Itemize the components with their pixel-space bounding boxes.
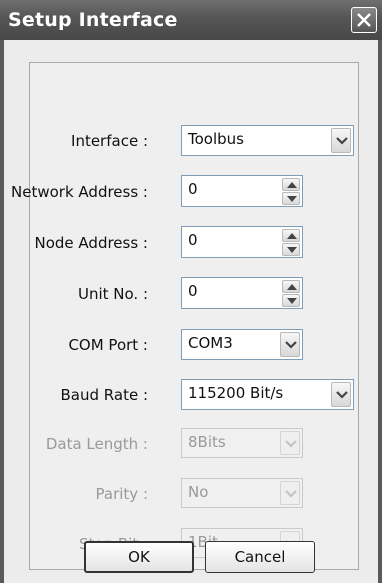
com-port-label: COM Port : (68, 336, 148, 354)
chevron-down-icon (336, 391, 348, 399)
spin-down-button[interactable] (282, 294, 300, 307)
spin-down-button[interactable] (282, 243, 300, 256)
close-button[interactable] (351, 7, 377, 33)
node-address-spinner[interactable] (282, 229, 300, 257)
window-border-right (378, 40, 382, 583)
unit-no-spinner[interactable] (282, 280, 300, 308)
data-length-dropdown-button (280, 431, 300, 455)
spin-up-button[interactable] (282, 178, 300, 191)
setup-interface-dialog: Setup Interface Interface : Toolbus Netw… (0, 0, 382, 583)
cancel-button[interactable]: Cancel (205, 541, 315, 573)
spin-up-button[interactable] (282, 280, 300, 293)
spin-down-icon (287, 196, 297, 202)
interface-value: Toolbus (188, 130, 244, 148)
data-length-select: 8Bits (181, 428, 303, 458)
spin-up-button[interactable] (282, 229, 300, 242)
chevron-down-icon (336, 137, 348, 145)
settings-group: Interface : Toolbus Network Address : 0 (11, 62, 359, 570)
com-port-value: COM3 (188, 334, 233, 352)
ok-button[interactable]: OK (84, 541, 194, 573)
com-port-select[interactable]: COM3 (181, 329, 303, 360)
data-length-label: Data Length : (45, 435, 148, 453)
com-port-dropdown-button[interactable] (280, 332, 300, 357)
spin-down-button[interactable] (282, 192, 300, 205)
unit-no-label: Unit No. : (77, 285, 148, 303)
spin-down-icon (287, 247, 297, 253)
window-title: Setup Interface (8, 9, 178, 31)
data-length-value: 8Bits (188, 433, 226, 451)
chevron-down-icon (285, 440, 297, 448)
network-address-spinner[interactable] (282, 178, 300, 206)
baud-rate-select[interactable]: 115200 Bit/s (181, 379, 354, 410)
spin-down-icon (287, 298, 297, 304)
parity-value: No (188, 483, 209, 501)
chevron-down-icon (285, 490, 297, 498)
close-icon (357, 13, 371, 27)
network-address-label: Network Address : (11, 183, 148, 201)
parity-select: No (181, 478, 303, 508)
node-address-field[interactable]: 0 (181, 226, 303, 258)
baud-rate-dropdown-button[interactable] (331, 382, 351, 407)
parity-label: Parity : (95, 485, 148, 503)
interface-label: Interface : (71, 132, 148, 150)
title-bar: Setup Interface (0, 0, 382, 41)
network-address-field[interactable]: 0 (181, 175, 303, 207)
spin-up-icon (287, 182, 297, 188)
unit-no-value: 0 (188, 282, 198, 300)
spin-up-icon (287, 233, 297, 239)
unit-no-field[interactable]: 0 (181, 277, 303, 309)
node-address-value: 0 (188, 231, 198, 249)
interface-select[interactable]: Toolbus (181, 125, 354, 156)
parity-dropdown-button (280, 481, 300, 505)
baud-rate-label: Baud Rate : (60, 386, 149, 404)
interface-dropdown-button[interactable] (331, 128, 351, 153)
node-address-label: Node Address : (34, 234, 148, 252)
baud-rate-value: 115200 Bit/s (188, 384, 284, 402)
dialog-body: Interface : Toolbus Network Address : 0 (4, 40, 378, 583)
chevron-down-icon (285, 341, 297, 349)
network-address-value: 0 (188, 180, 198, 198)
spin-up-icon (287, 284, 297, 290)
